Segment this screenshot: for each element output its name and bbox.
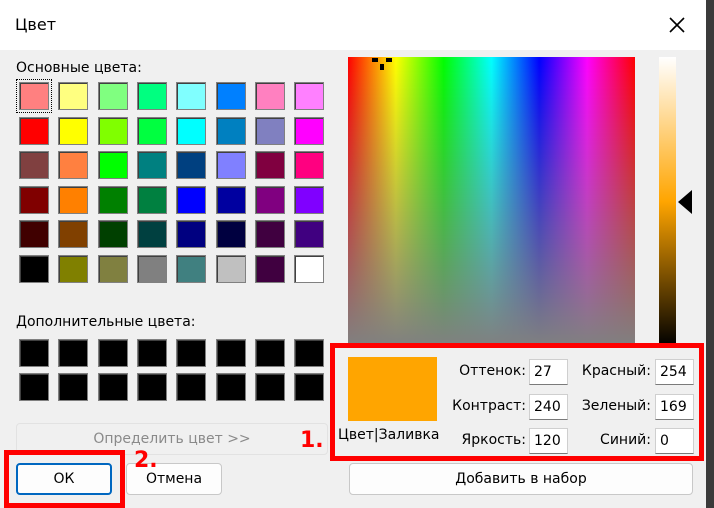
highlight-box-ok [4,450,125,508]
color-spectrum-graphic [348,57,635,346]
color-swatch[interactable] [19,185,49,214]
color-swatch[interactable] [58,82,89,110]
color-swatch[interactable] [58,220,89,249]
color-swatch[interactable] [97,373,128,401]
color-swatch[interactable] [16,79,52,113]
color-swatch[interactable] [215,82,246,110]
color-swatch[interactable] [136,116,167,145]
annotation-step-2: 2. [134,448,158,473]
color-swatch[interactable] [136,82,167,110]
color-swatch[interactable] [215,116,246,145]
color-swatch[interactable] [294,82,325,110]
title-bar: Цвет [0,0,706,50]
color-swatch[interactable] [294,185,325,214]
color-swatch[interactable] [215,255,246,283]
color-swatch[interactable] [294,151,325,180]
color-swatch[interactable] [19,151,49,180]
color-swatch[interactable] [136,339,167,367]
color-swatch[interactable] [176,82,207,110]
color-swatch[interactable] [254,116,285,145]
color-swatch[interactable] [254,151,285,180]
color-swatch[interactable] [176,220,207,249]
color-swatch[interactable] [294,220,325,249]
color-swatch[interactable] [176,116,207,145]
dialog-title: Цвет [15,15,57,34]
color-swatch[interactable] [136,220,167,249]
color-swatch[interactable] [176,373,207,401]
color-swatch[interactable] [176,151,207,180]
color-swatch[interactable] [19,116,49,145]
color-swatch[interactable] [176,339,207,367]
basic-colors-label: Основные цвета: [16,60,142,76]
color-swatch[interactable] [294,255,325,283]
custom-colors-grid [16,339,328,405]
close-button[interactable] [652,4,702,46]
color-swatch[interactable] [254,373,285,401]
color-swatch[interactable] [58,339,89,367]
color-swatch[interactable] [97,255,128,283]
color-swatch[interactable] [97,185,128,214]
add-to-custom-colors-button[interactable]: Добавить в набор [349,463,693,495]
luminance-bar[interactable] [659,57,676,346]
color-swatch[interactable] [97,82,128,110]
color-swatch[interactable] [97,116,128,145]
color-swatch[interactable] [136,373,167,401]
color-swatch[interactable] [58,151,89,180]
close-icon [669,17,685,33]
color-swatch[interactable] [19,220,49,249]
color-swatch[interactable] [176,185,207,214]
color-swatch[interactable] [294,373,325,401]
color-swatch[interactable] [19,255,49,283]
color-swatch[interactable] [58,373,89,401]
color-swatch[interactable] [215,220,246,249]
color-swatch[interactable] [97,220,128,249]
color-spectrum[interactable] [348,57,635,346]
color-swatch[interactable] [294,116,325,145]
crosshair-icon [372,58,392,70]
color-swatch[interactable] [254,185,285,214]
luminance-graphic [659,57,676,346]
color-swatch[interactable] [215,185,246,214]
color-swatch[interactable] [136,185,167,214]
color-dialog: Цвет Основные цвета: Дополнительные цвет… [0,0,714,508]
luminance-arrow-icon[interactable] [678,190,692,214]
basic-colors-grid [16,79,328,287]
color-swatch[interactable] [19,339,49,367]
color-swatch[interactable] [215,151,246,180]
color-swatch[interactable] [58,255,89,283]
annotation-step-1: 1. [300,428,324,453]
background-window-edge [706,0,714,508]
color-swatch[interactable] [254,255,285,283]
color-swatch[interactable] [97,339,128,367]
color-swatch[interactable] [254,82,285,110]
color-swatch[interactable] [136,255,167,283]
color-swatch[interactable] [254,220,285,249]
color-swatch[interactable] [19,373,49,401]
color-swatch[interactable] [58,185,89,214]
color-swatch[interactable] [215,339,246,367]
color-swatch[interactable] [97,151,128,180]
color-swatch[interactable] [254,339,285,367]
highlight-box-color-fields [330,343,704,461]
color-swatch[interactable] [176,255,207,283]
color-swatch[interactable] [136,151,167,180]
color-swatch[interactable] [215,373,246,401]
color-swatch[interactable] [294,339,325,367]
custom-colors-label: Дополнительные цвета: [16,314,196,330]
color-swatch[interactable] [58,116,89,145]
